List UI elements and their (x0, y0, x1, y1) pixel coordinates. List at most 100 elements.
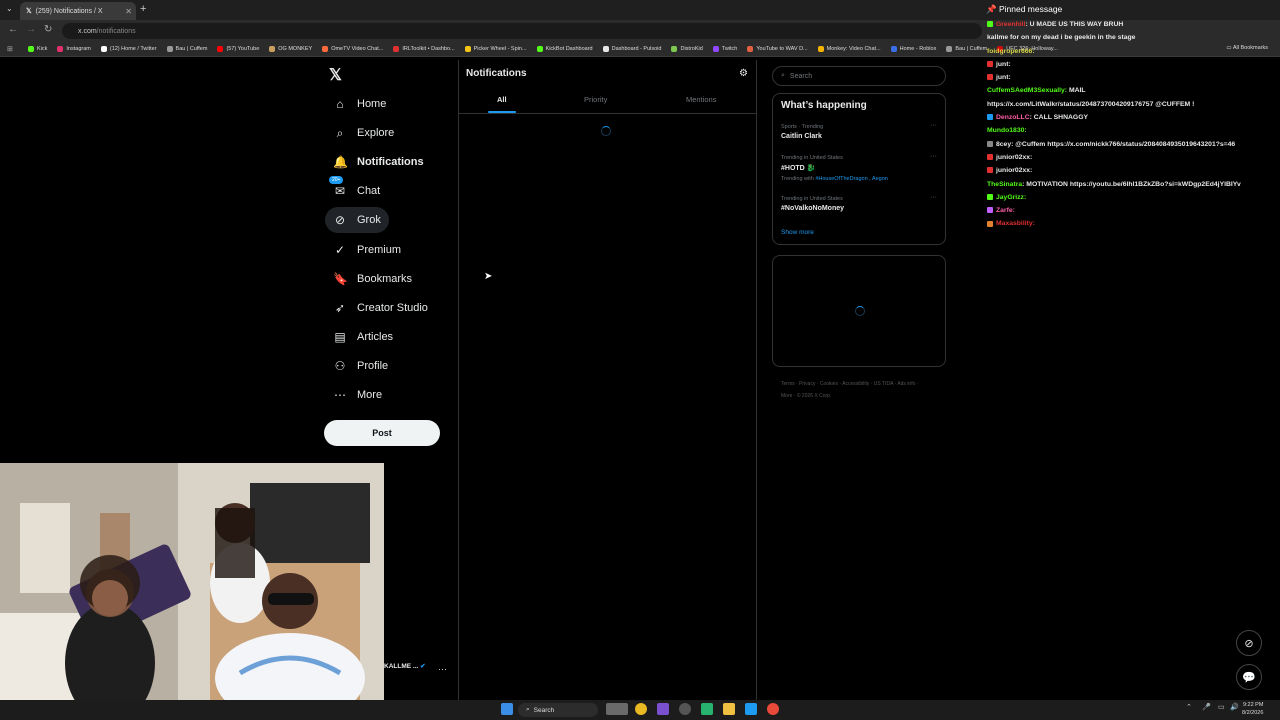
bookmark-label: KickBot Dashboard (545, 46, 593, 52)
bookmark-item[interactable]: Bau | Cuffem (946, 46, 987, 52)
close-tab-icon[interactable]: ✕ (125, 7, 132, 16)
grok-float-button[interactable]: ⊘ (1236, 630, 1262, 656)
widgets-icon[interactable] (606, 703, 628, 715)
trend-name[interactable]: Caitlin Clark (781, 133, 822, 140)
sidebar-item-bookmarks[interactable]: 🔖 Bookmarks (325, 266, 420, 292)
show-more-link[interactable]: Show more (781, 229, 814, 236)
trend-with-tags[interactable]: #HouseOfTheDragon , Aegon (815, 176, 887, 182)
sidebar-item-profile[interactable]: ⚇ Profile (325, 353, 396, 379)
new-tab-button[interactable]: + (140, 3, 146, 15)
bookmark-item[interactable]: OmeTV Video Chat... (322, 46, 383, 52)
forward-icon[interactable]: → (26, 24, 36, 35)
tab-priority[interactable]: Priority (584, 95, 607, 104)
messages-float-button[interactable]: 💬 (1236, 664, 1262, 690)
sidebar-item-articles[interactable]: ▤ Articles (325, 324, 401, 350)
bookmark-item[interactable]: OG MONKEY (269, 46, 312, 52)
sidebar-item-home[interactable]: ⌂ Home (325, 91, 394, 117)
webcam-overlay (0, 463, 384, 700)
account-name[interactable]: KALLME ... ✔ (384, 662, 426, 670)
trend-name[interactable]: #NoValkoNoMoney (781, 205, 844, 212)
bookmark-item[interactable]: (12) Home / Twitter (100, 46, 157, 52)
post-button[interactable]: Post (324, 420, 440, 446)
bookmark-item[interactable]: Twitch (712, 46, 737, 52)
network-icon[interactable]: ▭ (1218, 703, 1225, 711)
trend-more-icon[interactable]: ··· (930, 122, 937, 129)
bookmark-favicon-icon (464, 46, 471, 52)
chat-username[interactable]: Mundo1830: (987, 127, 1027, 134)
sidebar-item-notifications[interactable]: 🔔 Notifications (325, 149, 432, 175)
chat-username[interactable]: DenzoLLC (996, 114, 1030, 121)
bookmark-item[interactable]: (57) YouTube (217, 46, 259, 52)
bookmark-label: Home - Roblox (899, 46, 937, 52)
volume-icon[interactable]: 🔊 (1230, 703, 1239, 711)
bookmark-item[interactable]: Bau | Cuffem (166, 46, 207, 52)
sidebar-item-creator-studio[interactable]: ➶ Creator Studio (325, 295, 436, 321)
chat-text: https://x.com/LitWalkr/status/2048737004… (987, 100, 1195, 108)
sidebar-item-explore[interactable]: ⌕ Explore (325, 120, 402, 146)
sidebar-item-premium[interactable]: ✓ Premium (325, 237, 409, 263)
tray-chevron-icon[interactable]: ⌃ (1186, 703, 1192, 711)
apps-icon[interactable]: ⊞ (7, 45, 13, 53)
sidebar-item-grok[interactable]: ⊘ Grok (325, 207, 389, 233)
chrome-icon[interactable] (767, 703, 779, 715)
chat-username[interactable]: foidgroper666: (987, 48, 1035, 55)
bookmark-item[interactable]: Instagram (57, 46, 91, 52)
chat-text: @Cuffem https://x.com/nickk766/status/20… (1013, 140, 1236, 148)
chat-badge-icon (987, 207, 993, 214)
discord-icon[interactable] (657, 703, 669, 715)
trend-more-icon[interactable]: ··· (930, 153, 937, 160)
page-title: Notifications (466, 68, 527, 79)
bookmark-favicon-icon (817, 46, 824, 52)
windows-start-icon[interactable] (501, 703, 513, 715)
tab-search-icon[interactable]: ⌄ (6, 4, 13, 13)
back-icon[interactable]: ← (8, 24, 18, 35)
footer-links[interactable]: Terms · Privacy · Cookies · Accessibilit… (781, 378, 931, 402)
bookmark-item[interactable]: Picker Wheel - Spin... (464, 46, 527, 52)
bookmark-item[interactable]: Dashboard - Pulsoid (602, 46, 661, 52)
bookmark-item[interactable]: KickBot Dashboard (536, 46, 593, 52)
file-explorer-icon[interactable] (723, 703, 735, 715)
search-input[interactable]: ⌕ Search (772, 66, 946, 86)
gear-icon[interactable]: ⚙ (739, 68, 748, 79)
microphone-icon[interactable]: 🎤 (1202, 703, 1211, 711)
taskbar-search[interactable]: ⌕ Search (518, 703, 598, 717)
chat-username[interactable]: CuffemSAedM3Sexually: (987, 87, 1067, 94)
x-logo-icon[interactable]: 𝕏 (329, 65, 342, 85)
chat-username[interactable]: Greenhill (996, 21, 1025, 28)
trend-more-icon[interactable]: ··· (930, 194, 937, 201)
search-placeholder: Search (789, 72, 813, 80)
app-icon[interactable] (701, 703, 713, 715)
chat-username[interactable]: JayGrizz: (996, 194, 1026, 201)
browser-tab[interactable]: 𝕏 (259) Notifications / X ✕ (20, 2, 136, 20)
tab-all[interactable]: All (497, 95, 507, 104)
chat-username[interactable]: junior02xx: (996, 167, 1032, 174)
app-icon[interactable] (745, 703, 757, 715)
bookmark-item[interactable]: Home - Roblox (890, 46, 937, 52)
bookmark-item[interactable]: IRLToolkit • Dashbo... (393, 46, 455, 52)
chat-username[interactable]: 8cey: (996, 141, 1013, 148)
chat-username[interactable]: junior02xx: (996, 154, 1032, 161)
obs-icon[interactable] (679, 703, 691, 715)
system-clock[interactable]: 9:22 PM 8/2/2026 (1242, 701, 1263, 717)
chat-username[interactable]: TheSinatra (987, 181, 1022, 188)
chat-username[interactable]: junt: (996, 74, 1011, 81)
chat-username[interactable]: Zarfe: (996, 207, 1015, 214)
person-icon: ⚇ (334, 359, 346, 373)
webcam-feed-image (0, 463, 384, 700)
trend-name[interactable]: #HOTD 🐉 (781, 164, 815, 172)
sidebar-item-more[interactable]: ⋯ More (325, 382, 390, 408)
bookmark-item[interactable]: DistroKid (671, 46, 703, 52)
chat-username[interactable]: junt: (996, 61, 1011, 68)
reload-icon[interactable]: ↻ (44, 24, 52, 35)
grok-icon: ⊘ (334, 213, 346, 227)
bookmark-item[interactable]: Monkey: Video Chat... (817, 46, 881, 52)
tab-divider (458, 113, 757, 114)
url-field[interactable]: x.com/notifications (62, 23, 982, 39)
chat-username[interactable]: Maxasbility: (996, 220, 1035, 227)
bookmark-item[interactable]: YouTube to WAV D... (747, 46, 808, 52)
account-menu-icon[interactable]: ··· (438, 664, 447, 674)
chat-message: TheSinatra: MOTIVATION https://youtu.be/… (984, 178, 1280, 191)
chrome-icon[interactable] (635, 703, 647, 715)
tab-mentions[interactable]: Mentions (686, 95, 716, 104)
bookmark-item[interactable]: Kick (28, 46, 47, 52)
